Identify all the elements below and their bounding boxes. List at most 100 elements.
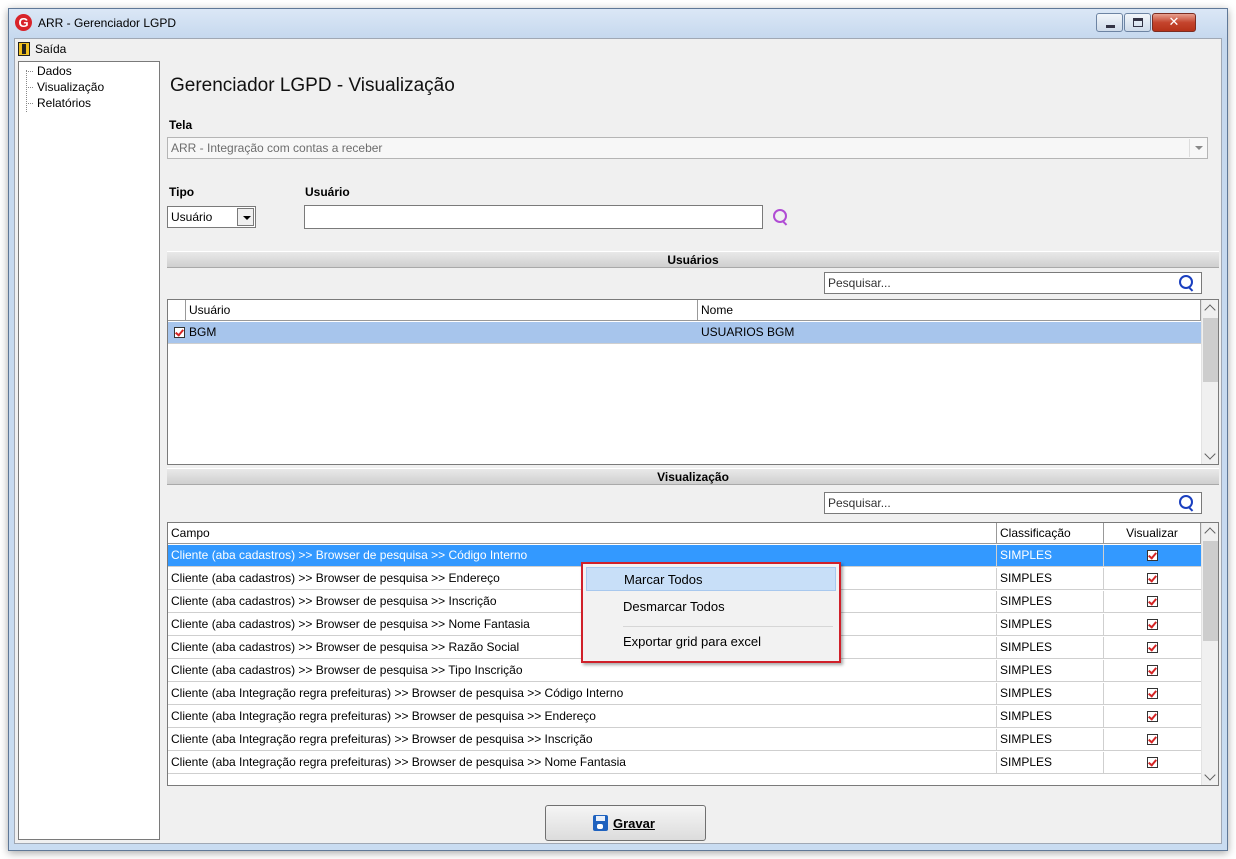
vertical-scrollbar[interactable] — [1201, 523, 1218, 785]
tela-select: ARR - Integração com contas a receber — [167, 137, 1208, 159]
floppy-disk-icon — [593, 815, 608, 831]
grid-header: Campo Classificação Visualizar — [168, 523, 1201, 544]
visualizar-checkbox[interactable] — [1147, 619, 1158, 630]
page-title: Gerenciador LGPD - Visualização — [170, 75, 455, 96]
title-bar[interactable]: G ARR - Gerenciador LGPD ✕ — [9, 9, 1227, 37]
minimize-button[interactable] — [1096, 13, 1123, 32]
visualizar-checkbox[interactable] — [1147, 688, 1158, 699]
close-icon: ✕ — [1168, 15, 1180, 30]
scroll-up-icon[interactable] — [1204, 527, 1216, 539]
cell-usuario: BGM — [189, 325, 217, 339]
usuarios-grid: Usuário Nome BGM USUARIOS BGM — [167, 299, 1219, 465]
usuario-label: Usuário — [305, 185, 350, 199]
visualizar-checkbox[interactable] — [1147, 711, 1158, 722]
context-menu-item-marcar-todos[interactable]: Marcar Todos — [586, 567, 836, 591]
cell-classificacao: SIMPLES — [997, 706, 1104, 728]
cell-classificacao: SIMPLES — [997, 660, 1104, 682]
cell-classificacao: SIMPLES — [997, 752, 1104, 774]
cell-campo: Cliente (aba Integração regra prefeitura… — [168, 729, 997, 751]
cell-classificacao: SIMPLES — [997, 568, 1104, 590]
grid-indicator-column — [168, 300, 186, 321]
cell-visualizar — [1104, 706, 1201, 728]
chevron-down-icon[interactable] — [237, 208, 254, 226]
scroll-up-icon[interactable] — [1204, 304, 1216, 316]
cell-nome: USUARIOS BGM — [701, 325, 795, 339]
column-header-visualizar[interactable]: Visualizar — [1104, 523, 1201, 544]
visualizar-checkbox[interactable] — [1147, 734, 1158, 745]
tela-label: Tela — [169, 118, 193, 132]
visualizar-checkbox[interactable] — [1147, 665, 1158, 676]
table-row[interactable]: Cliente (aba Integração regra prefeitura… — [168, 752, 1201, 774]
tipo-label: Tipo — [169, 185, 195, 199]
usuarios-section-header: Usuários — [167, 251, 1219, 268]
scroll-thumb[interactable] — [1203, 541, 1218, 641]
context-menu-item-desmarcar-todos[interactable]: Desmarcar Todos — [586, 595, 836, 619]
context-menu-item-exportar-excel[interactable]: Exportar grid para excel — [586, 630, 836, 654]
cell-visualizar — [1104, 637, 1201, 659]
cell-campo: Cliente (aba Integração regra prefeitura… — [168, 706, 997, 728]
save-button-label: Gravar — [613, 816, 655, 831]
cell-classificacao: SIMPLES — [997, 683, 1104, 705]
cell-classificacao: SIMPLES — [997, 591, 1104, 613]
table-row[interactable]: BGM USUARIOS BGM — [168, 322, 1201, 344]
grid-header: Usuário Nome — [168, 300, 1201, 321]
app-logo-icon: G — [15, 14, 32, 31]
visualizar-checkbox[interactable] — [1147, 573, 1158, 584]
minimize-icon — [1106, 25, 1115, 28]
tree-connector — [26, 70, 27, 112]
search-icon[interactable] — [1178, 274, 1196, 292]
column-header-classificacao[interactable]: Classificação — [997, 523, 1104, 544]
scroll-thumb[interactable] — [1203, 318, 1218, 382]
window-title: ARR - Gerenciador LGPD — [38, 16, 177, 30]
search-icon[interactable] — [772, 208, 790, 226]
cell-visualizar — [1104, 752, 1201, 774]
tipo-select[interactable]: Usuário — [167, 206, 256, 228]
visualizacao-section-header: Visualização — [167, 468, 1219, 485]
usuario-input[interactable] — [304, 205, 763, 229]
maximize-icon — [1133, 18, 1143, 27]
app-window: G ARR - Gerenciador LGPD ✕ Saída Dados V… — [8, 8, 1228, 851]
exit-door-icon — [18, 42, 30, 56]
cell-visualizar — [1104, 729, 1201, 751]
visualizar-checkbox[interactable] — [1147, 550, 1158, 561]
cell-classificacao: SIMPLES — [997, 729, 1104, 751]
table-row[interactable]: Cliente (aba Integração regra prefeitura… — [168, 729, 1201, 751]
vertical-scrollbar[interactable] — [1201, 300, 1218, 464]
chevron-down-icon — [1189, 139, 1206, 157]
tela-select-value: ARR - Integração com contas a receber — [171, 141, 383, 155]
table-row[interactable]: Cliente (aba Integração regra prefeitura… — [168, 683, 1201, 705]
column-header-nome[interactable]: Nome — [698, 300, 1201, 321]
visualizar-checkbox[interactable] — [1147, 596, 1158, 607]
cell-campo: Cliente (aba Integração regra prefeitura… — [168, 683, 997, 705]
cell-visualizar — [1104, 660, 1201, 682]
table-row[interactable]: Cliente (aba Integração regra prefeitura… — [168, 706, 1201, 728]
cell-campo: Cliente (aba cadastros) >> Browser de pe… — [168, 660, 997, 682]
close-button[interactable]: ✕ — [1152, 13, 1196, 32]
scroll-down-icon[interactable] — [1204, 448, 1216, 460]
visualizar-checkbox[interactable] — [1147, 757, 1158, 768]
cell-visualizar — [1104, 568, 1201, 590]
scroll-down-icon[interactable] — [1204, 769, 1216, 781]
context-menu-separator — [623, 626, 833, 627]
tipo-select-value: Usuário — [171, 210, 213, 224]
cell-visualizar — [1104, 683, 1201, 705]
cell-visualizar — [1104, 591, 1201, 613]
usuarios-search-input[interactable]: Pesquisar... — [824, 272, 1202, 294]
visualizar-checkbox[interactable] — [1147, 642, 1158, 653]
column-header-campo[interactable]: Campo — [168, 523, 997, 544]
visualizacao-search-input[interactable]: Pesquisar... — [824, 492, 1202, 514]
cell-campo: Cliente (aba Integração regra prefeitura… — [168, 752, 997, 774]
maximize-button[interactable] — [1124, 13, 1151, 32]
navigation-tree: Dados Visualização Relatórios — [18, 61, 160, 840]
cell-classificacao: SIMPLES — [997, 637, 1104, 659]
menu-exit-label: Saída — [35, 42, 67, 56]
cell-visualizar — [1104, 614, 1201, 636]
cell-visualizar — [1104, 545, 1201, 567]
row-checkbox[interactable] — [174, 327, 185, 338]
search-icon[interactable] — [1178, 494, 1196, 512]
context-menu: Marcar Todos Desmarcar Todos Exportar gr… — [581, 562, 841, 663]
table-row[interactable]: Cliente (aba cadastros) >> Browser de pe… — [168, 660, 1201, 682]
column-header-usuario[interactable]: Usuário — [186, 300, 698, 321]
menu-exit[interactable]: Saída — [17, 41, 66, 57]
save-button[interactable]: Gravar — [545, 805, 706, 841]
